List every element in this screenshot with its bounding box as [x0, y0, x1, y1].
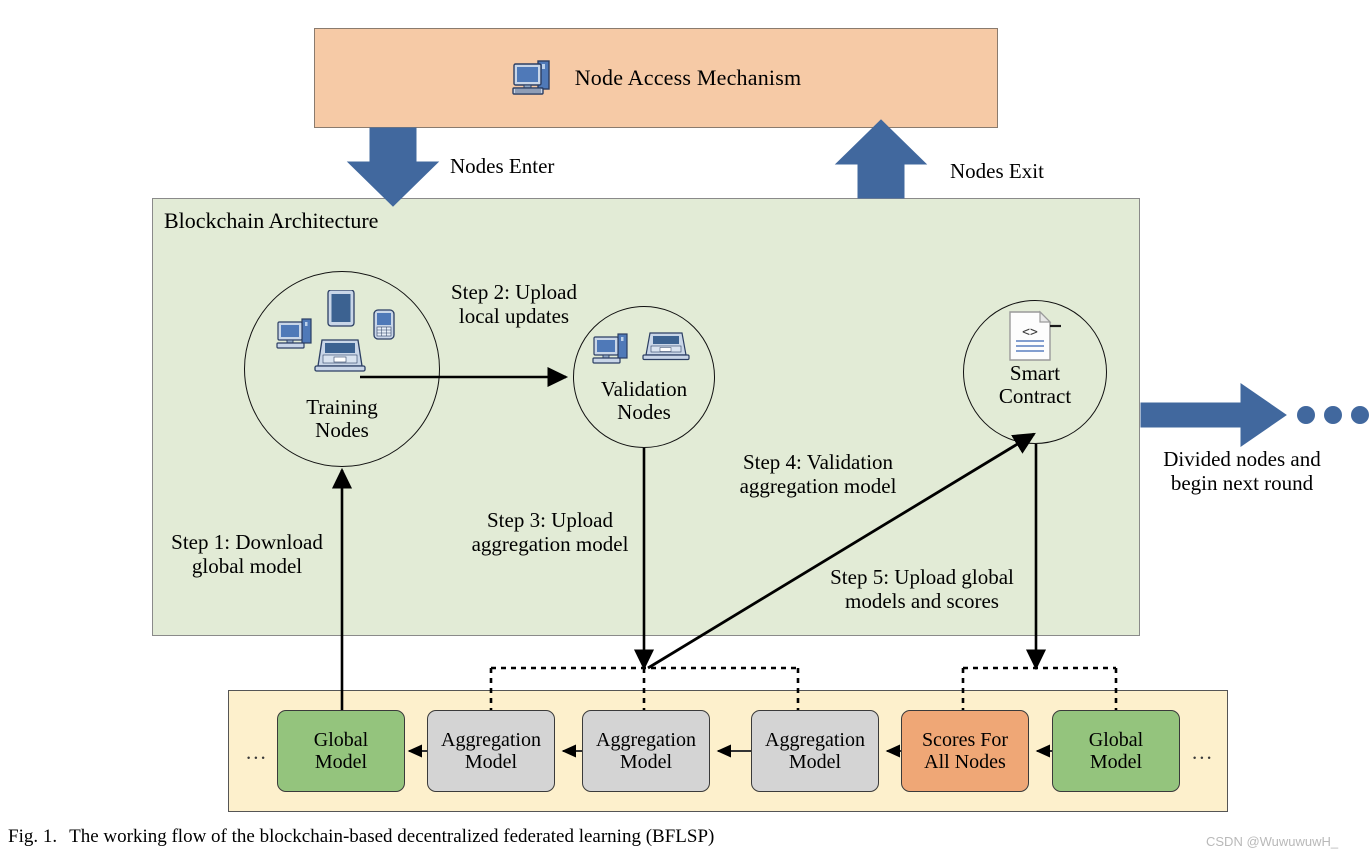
step-2-label: Step 2: Upload local updates	[420, 280, 608, 329]
nodes-enter-arrow	[346, 127, 440, 207]
ledger-box-line2: All Nodes	[924, 751, 1006, 773]
ledger-box-line2: Model	[619, 751, 673, 773]
ledger-box-line2: Model	[464, 751, 518, 773]
ledger-box-line1: Global	[313, 728, 369, 751]
training-nodes-icons	[262, 289, 422, 386]
smart-contract-caption: Smart Contract	[953, 362, 1117, 407]
ledger-box-aggregation-model-3[interactable]: Aggregation Model	[751, 710, 879, 792]
next-round-label: Divided nodes and begin next round	[1142, 447, 1342, 496]
step-5-line1: Step 5: Upload global	[830, 565, 1014, 589]
ledger-box-global-model-right[interactable]: Global Model	[1052, 710, 1180, 792]
nodes-exit-arrow	[834, 119, 928, 199]
step-4-line2: aggregation model	[739, 474, 897, 499]
ledger-box-line2: Model	[1089, 751, 1143, 773]
node-access-mechanism-label: Node Access Mechanism	[574, 65, 802, 90]
step-1-line2: global model	[191, 554, 303, 579]
step-1-line1: Step 1: Download	[171, 530, 323, 554]
smart-contract-caption-line2: Contract	[998, 383, 1072, 408]
ledger-box-line1: Aggregation	[596, 728, 696, 751]
ledger-box-aggregation-model-1[interactable]: Aggregation Model	[427, 710, 555, 792]
code-document-icon: <>	[1006, 310, 1066, 362]
step-5-line2: models and scores	[845, 589, 999, 614]
ledger-box-aggregation-model-2[interactable]: Aggregation Model	[582, 710, 710, 792]
nodes-enter-label: Nodes Enter	[450, 154, 555, 178]
ledger-box-line2: Model	[314, 751, 368, 773]
ledger-box-global-model-left[interactable]: Global Model	[277, 710, 405, 792]
validation-nodes-icons	[592, 327, 696, 369]
validation-nodes-caption: Validation Nodes	[563, 378, 725, 423]
step-5-label: Step 5: Upload global models and scores	[810, 565, 1034, 614]
validation-nodes-caption-line2: Nodes	[617, 399, 671, 424]
training-nodes-caption: Training Nodes	[244, 396, 440, 441]
ledger-box-line2: Model	[788, 751, 842, 773]
step-3-label: Step 3: Upload aggregation model	[455, 508, 645, 557]
ledger-box-line1: Aggregation	[441, 728, 541, 751]
figure-caption-text: The working flow of the blockchain-based…	[69, 826, 715, 847]
ledger-box-line1: Aggregation	[765, 728, 865, 751]
step-3-line1: Step 3: Upload	[487, 508, 613, 532]
ledger-box-scores-for-all-nodes[interactable]: Scores For All Nodes	[901, 710, 1029, 792]
nodes-exit-label: Nodes Exit	[950, 159, 1044, 183]
ledger-left-ellipsis: ...	[246, 740, 268, 764]
training-nodes-caption-line1: Training	[306, 395, 378, 419]
step-4-label: Step 4: Validation aggregation model	[716, 450, 920, 499]
step-3-line2: aggregation model	[471, 532, 629, 557]
next-round-arrow	[1140, 383, 1369, 447]
watermark-text: CSDN @WuwuwuwH_	[1206, 834, 1339, 849]
svg-text:<>: <>	[1022, 325, 1038, 340]
blockchain-architecture-title: Blockchain Architecture	[164, 208, 379, 233]
ledger-box-line1: Global	[1088, 728, 1144, 751]
figure-canvas: Node Access Mechanism Blockchain Archite…	[0, 0, 1371, 859]
step-2-line2: local updates	[458, 304, 570, 329]
step-4-line1: Step 4: Validation	[742, 450, 894, 474]
ledger-box-line1: Scores For	[921, 728, 1009, 751]
validation-nodes-caption-line1: Validation	[600, 377, 688, 401]
step-2-line1: Step 2: Upload	[451, 280, 577, 304]
ledger-right-ellipsis: ...	[1192, 740, 1214, 764]
step-1-label: Step 1: Download global model	[150, 530, 344, 579]
node-access-mechanism-box: Node Access Mechanism	[314, 28, 998, 128]
figure-caption: Fig. 1. The working flow of the blockchai…	[8, 826, 714, 848]
training-nodes-caption-line2: Nodes	[315, 417, 369, 442]
desktop-computer-icon	[511, 58, 555, 98]
figure-caption-prefix: Fig. 1.	[8, 826, 58, 847]
next-round-line2: begin next round	[1170, 471, 1314, 496]
next-round-line1: Divided nodes and	[1163, 447, 1321, 471]
smart-contract-caption-line1: Smart	[1009, 361, 1061, 385]
